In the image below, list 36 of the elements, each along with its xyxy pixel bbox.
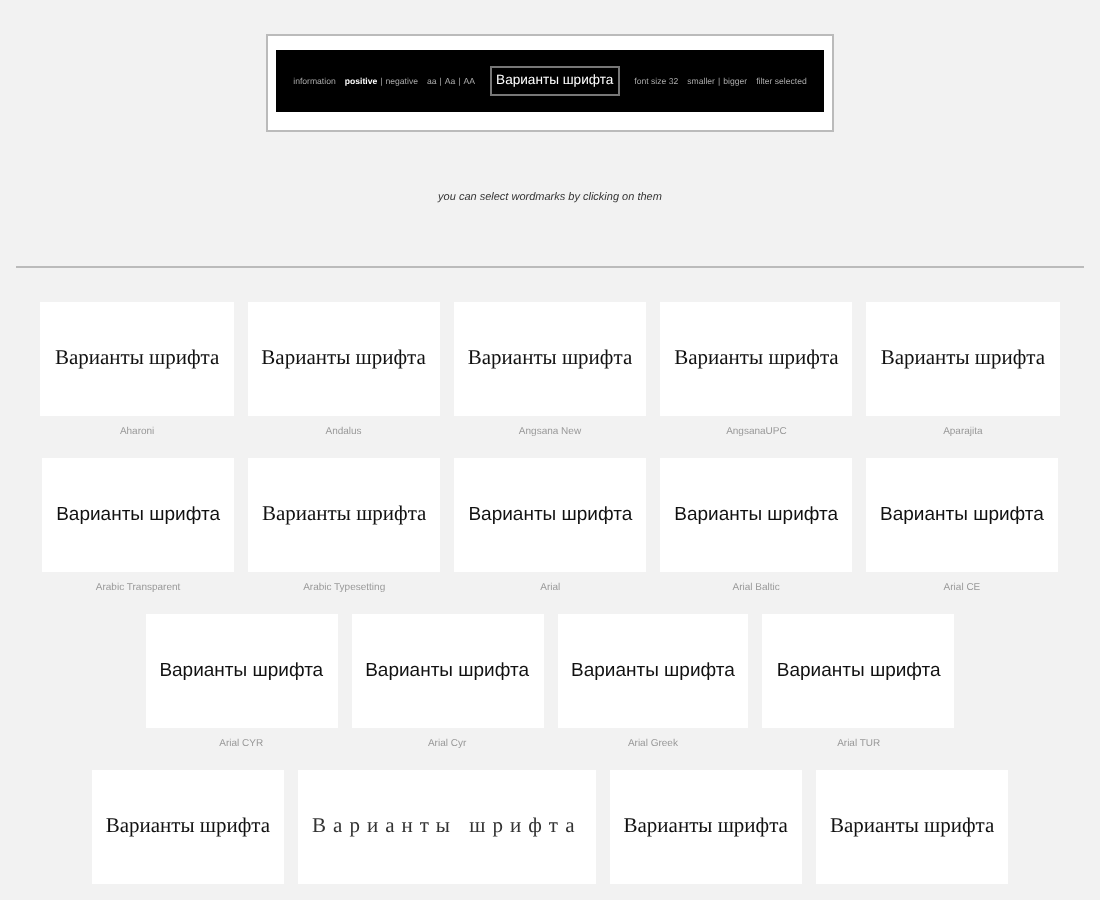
font-card[interactable]: Варианты шрифта [660, 458, 853, 572]
font-card[interactable]: Варианты шрифта [453, 302, 647, 416]
font-sample: Варианты шрифта [312, 816, 582, 838]
font-sample: Варианты шрифта [776, 660, 941, 682]
font-sample: Варианты шрифта [365, 660, 529, 682]
font-card[interactable]: Варианты шрифта [454, 458, 647, 572]
font-card[interactable]: Варианты шрифта [866, 458, 1058, 572]
font-card[interactable]: Варианты шрифта [351, 614, 543, 728]
font-card[interactable]: Варианты шрифта [247, 458, 441, 572]
font-card[interactable]: Варианты шрифта [91, 770, 285, 884]
font-sample: Варианты шрифта [880, 348, 1046, 370]
font-sample: Варианты шрифта [159, 660, 324, 682]
font-sample: Варианты шрифта [261, 348, 426, 370]
font-card[interactable]: Варианты шрифта [866, 302, 1060, 416]
font-sample: Варианты шрифта [56, 504, 220, 526]
font-card[interactable]: Варианты шрифта [145, 614, 338, 728]
font-card[interactable]: Варианты шрифта [762, 614, 955, 728]
font-sample: Варианты шрифта [674, 348, 839, 370]
font-sample: Варианты шрифта [105, 816, 271, 838]
font-sample: Варианты шрифта [674, 504, 839, 526]
font-card[interactable]: Варианты шрифта [660, 302, 853, 416]
font-sample: Варианты шрифта [571, 660, 735, 682]
font-card[interactable]: Варианты шрифта [247, 302, 440, 416]
font-card[interactable]: Варианты шрифта [557, 614, 749, 728]
font-sample: Варианты шрифта [880, 504, 1044, 526]
font-card[interactable]: Варианты шрифта [40, 302, 234, 416]
font-card[interactable]: Варианты шрифта [298, 770, 596, 884]
font-sample: Варианты шрифта [468, 504, 633, 526]
font-sample: Варианты шрифта [623, 816, 788, 838]
font-card[interactable]: Варианты шрифта [609, 770, 802, 884]
font-sample: Варианты шрифта [829, 816, 995, 838]
font-card[interactable]: Варианты шрифта [815, 770, 1009, 884]
font-sample: Варианты шрифта [467, 348, 633, 370]
font-sample: Варианты шрифта [54, 348, 220, 370]
font-sample: Варианты шрифта [261, 504, 427, 526]
font-card[interactable]: Варианты шрифта [42, 458, 234, 572]
